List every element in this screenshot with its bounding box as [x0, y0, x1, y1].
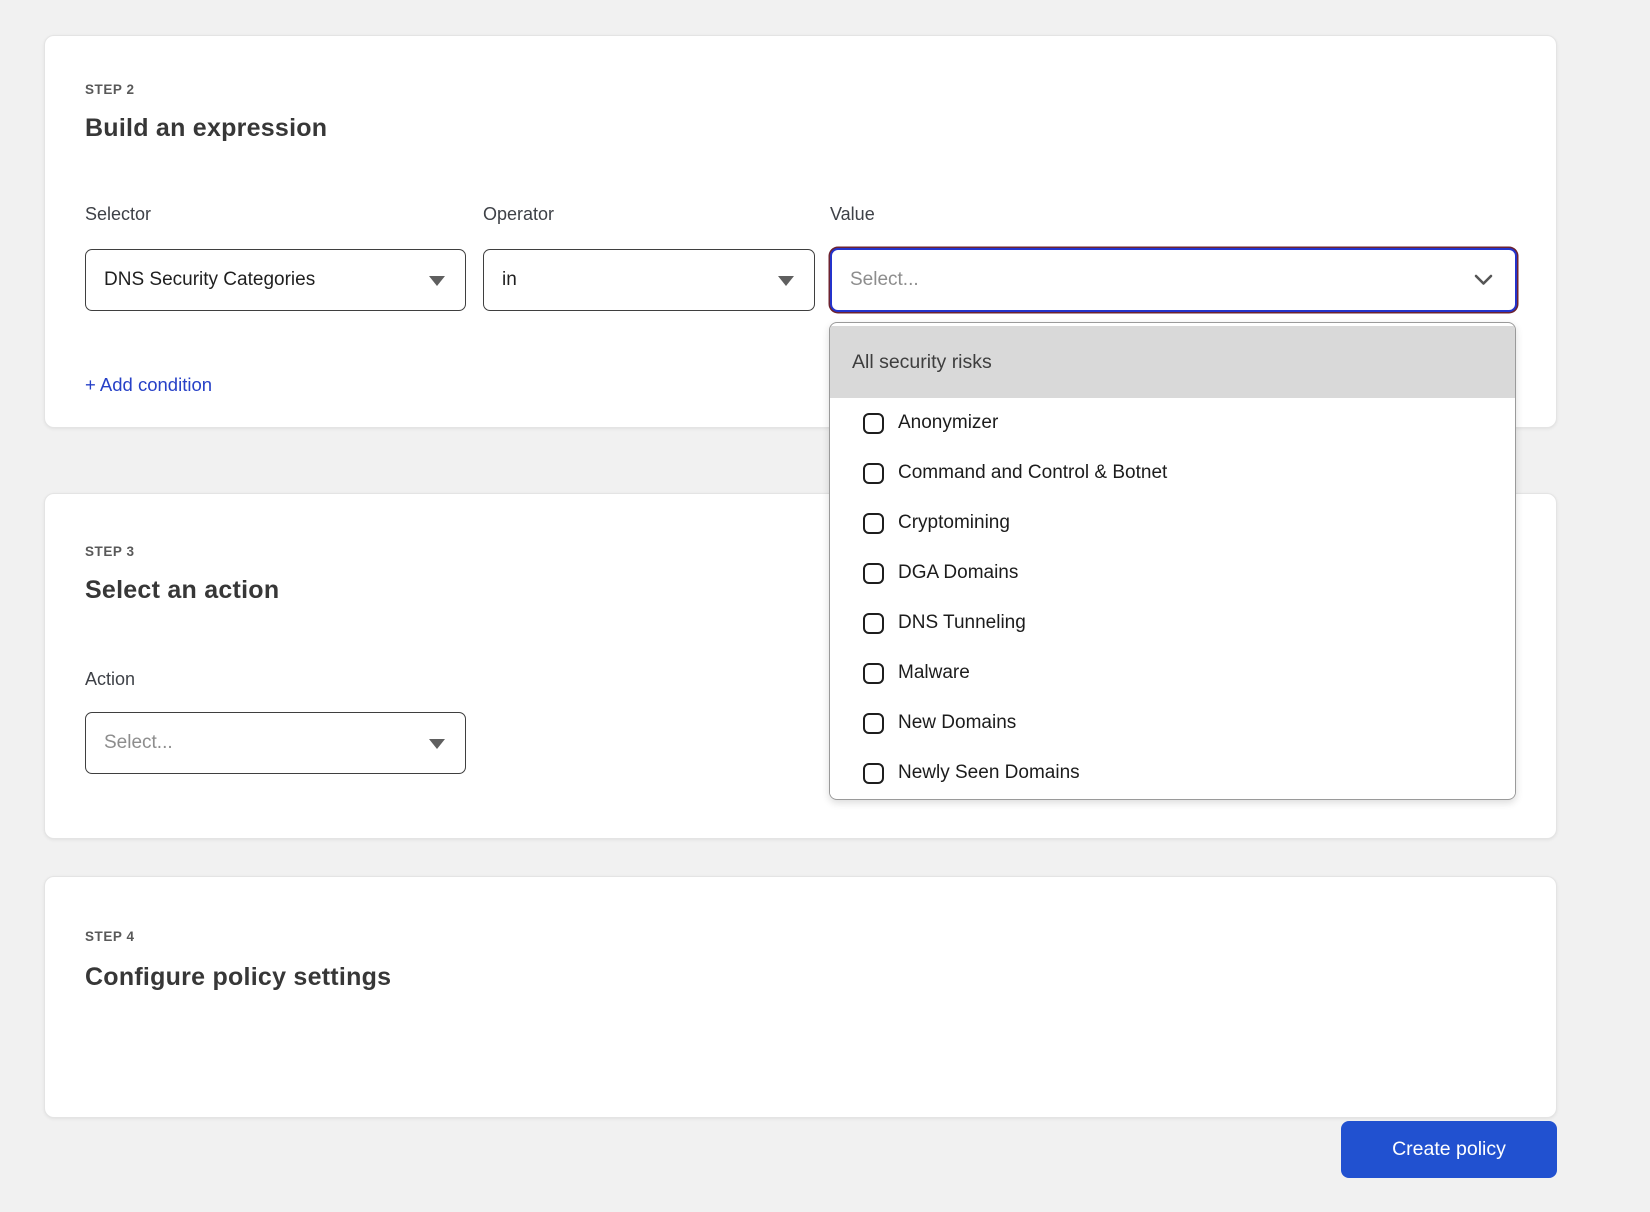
operator-dropdown[interactable]: in [483, 249, 815, 311]
triangle-down-icon [778, 276, 794, 286]
dropdown-option-label: Newly Seen Domains [898, 762, 1080, 784]
checkbox-unchecked-icon[interactable] [863, 413, 884, 434]
checkbox-unchecked-icon[interactable] [863, 663, 884, 684]
triangle-down-icon [429, 276, 445, 286]
checkbox-unchecked-icon[interactable] [863, 563, 884, 584]
checkbox-unchecked-icon[interactable] [863, 463, 884, 484]
selector-field-label: Selector [85, 204, 151, 225]
dropdown-option-label: Cryptomining [898, 512, 1010, 534]
checkbox-unchecked-icon[interactable] [863, 613, 884, 634]
dropdown-option[interactable]: DNS Tunneling [830, 598, 1515, 648]
dropdown-option-label: DGA Domains [898, 562, 1018, 584]
dropdown-group-header: All security risks [830, 326, 1515, 398]
step4-card: STEP 4 Configure policy settings [44, 876, 1557, 1118]
dropdown-option[interactable]: Malware [830, 648, 1515, 698]
action-dropdown-placeholder: Select... [104, 732, 173, 754]
operator-dropdown-value: in [502, 269, 517, 291]
dropdown-option-label: DNS Tunneling [898, 612, 1026, 634]
dropdown-option-label: Malware [898, 662, 970, 684]
create-policy-button[interactable]: Create policy [1341, 1121, 1557, 1178]
add-condition-link[interactable]: + Add condition [85, 374, 212, 396]
dropdown-option-list: Anonymizer Command and Control & Botnet … [830, 398, 1515, 798]
selector-dropdown-value: DNS Security Categories [104, 269, 315, 291]
dropdown-option[interactable]: Newly Seen Domains [830, 748, 1515, 798]
dropdown-option[interactable]: Anonymizer [830, 398, 1515, 448]
step3-label: STEP 3 [85, 544, 135, 559]
step3-title: Select an action [85, 576, 279, 605]
value-multiselect-input[interactable]: Select... [830, 248, 1517, 312]
dropdown-option[interactable]: New Domains [830, 698, 1515, 748]
dropdown-option[interactable]: Command and Control & Botnet [830, 448, 1515, 498]
checkbox-unchecked-icon[interactable] [863, 513, 884, 534]
action-field-label: Action [85, 669, 135, 690]
dropdown-option[interactable]: Cryptomining [830, 498, 1515, 548]
checkbox-unchecked-icon[interactable] [863, 713, 884, 734]
triangle-down-icon [429, 739, 445, 749]
dropdown-option-label: Command and Control & Botnet [898, 462, 1167, 484]
value-field-label: Value [830, 204, 875, 225]
chevron-down-icon [1474, 274, 1493, 286]
dropdown-option[interactable]: DGA Domains [830, 548, 1515, 598]
selector-dropdown[interactable]: DNS Security Categories [85, 249, 466, 311]
step4-title: Configure policy settings [85, 963, 391, 992]
dropdown-option-label: New Domains [898, 712, 1016, 734]
step4-label: STEP 4 [85, 929, 135, 944]
step2-title: Build an expression [85, 114, 327, 143]
operator-field-label: Operator [483, 204, 554, 225]
step2-label: STEP 2 [85, 82, 135, 97]
value-dropdown-panel: All security risks Anonymizer Command an… [829, 322, 1516, 800]
value-placeholder: Select... [850, 269, 919, 291]
action-dropdown[interactable]: Select... [85, 712, 466, 774]
checkbox-unchecked-icon[interactable] [863, 763, 884, 784]
dropdown-option-label: Anonymizer [898, 412, 998, 434]
